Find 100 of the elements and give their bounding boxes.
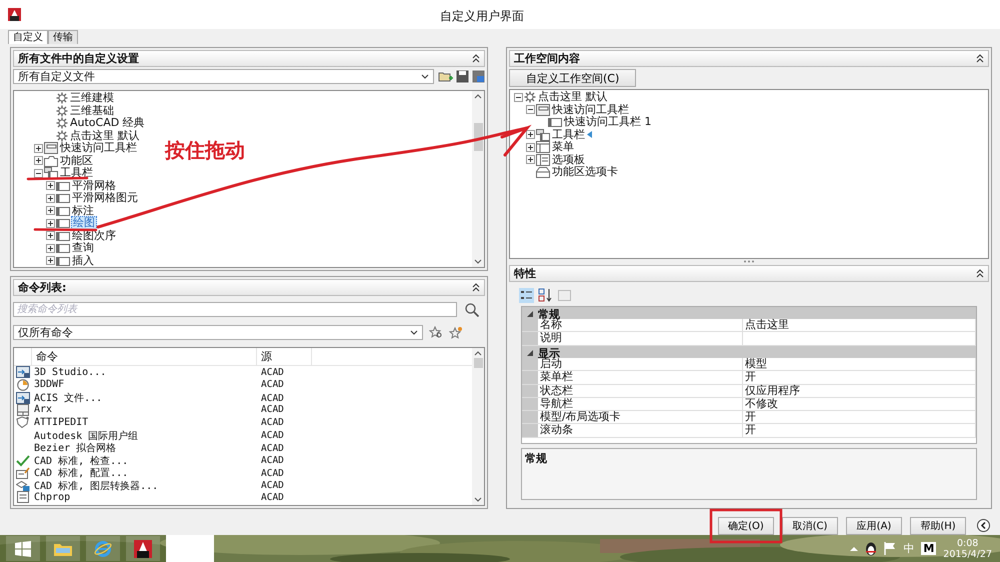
search-icon[interactable] [465, 302, 479, 316]
open-folder-icon[interactable] [438, 70, 453, 83]
expand-toggle[interactable] [46, 181, 55, 190]
expand-toggle[interactable] [46, 256, 55, 266]
window-thumbnail[interactable] [166, 535, 214, 562]
tree-item[interactable]: 三维基础 [69, 104, 115, 117]
tree-item[interactable]: 快速访问工具栏 [551, 104, 630, 116]
palette-icon [536, 154, 550, 166]
gear-icon [56, 130, 68, 142]
tree-item[interactable]: 三维建模 [69, 92, 115, 104]
command-name: CAD 标准, 检查... [33, 454, 130, 468]
tree-item[interactable]: 工具栏 [551, 128, 586, 141]
expand-toggle[interactable] [514, 92, 523, 102]
splitter-grip-icon[interactable] [743, 260, 755, 264]
expand-toggle[interactable] [46, 218, 55, 228]
expand-toggle[interactable] [34, 156, 43, 166]
collapse-arrow-icon[interactable] [527, 350, 533, 356]
expand-toggle[interactable] [46, 206, 55, 216]
property-name: 名称 [538, 319, 743, 332]
customize-workspace-button[interactable]: 自定义工作空间(C) [509, 69, 636, 87]
expand-toggle[interactable] [46, 194, 55, 203]
categorized-icon[interactable] [519, 288, 534, 303]
row-gutter [522, 424, 538, 437]
expand-toggle[interactable] [46, 231, 55, 240]
scrollbar[interactable] [472, 91, 484, 267]
file-dropdown[interactable]: 所有自定义文件 [13, 69, 434, 84]
source-cell-text: ACAD [260, 366, 285, 378]
tree-item[interactable]: 平滑网格 [71, 180, 117, 192]
property-value[interactable]: 开 [743, 371, 976, 384]
scroll-up-icon[interactable] [474, 351, 482, 356]
tree-item[interactable]: 快速访问工具栏 [59, 142, 138, 154]
search-field[interactable]: 搜索命令列表 [13, 302, 457, 317]
property-value[interactable]: 点击这里 [743, 319, 976, 332]
star-icon[interactable] [449, 326, 463, 339]
tree-item[interactable]: AutoCAD 经典 [69, 117, 146, 130]
collapse-icon[interactable] [976, 54, 984, 63]
tab[interactable]: 自定义 [8, 30, 48, 44]
tree-item[interactable]: 绘图 [71, 216, 97, 230]
property-value[interactable]: 开 [743, 411, 976, 424]
tree-item[interactable]: 功能区选项卡 [551, 166, 619, 178]
collapse-icon[interactable] [472, 54, 480, 63]
command-name: Bezier 拟合网格 [33, 442, 118, 455]
toolbar-icon [56, 204, 70, 217]
dialog-button[interactable]: 帮助(H) [910, 517, 966, 535]
expand-toggle[interactable] [46, 244, 55, 253]
app-icon[interactable] [134, 540, 152, 558]
penguin-icon[interactable] [865, 542, 878, 556]
sort-icon[interactable] [538, 288, 553, 303]
scroll-up-icon[interactable] [474, 94, 482, 99]
expand-toggle[interactable] [34, 144, 43, 153]
collapse-icon[interactable] [976, 268, 984, 278]
star-search-icon[interactable] [429, 326, 443, 339]
scroll-down-icon[interactable] [474, 497, 482, 502]
filter-dropdown[interactable]: 仅所有命令 [13, 325, 423, 340]
annotation-text: 按住拖动 [165, 137, 245, 164]
tree-item[interactable]: 标注 [71, 204, 95, 217]
column-header[interactable]: 源 [257, 348, 312, 365]
tray-indicator[interactable]: M [921, 542, 936, 555]
tree-item[interactable]: 菜单 [551, 141, 575, 154]
tree-item[interactable]: 功能区 [59, 154, 94, 167]
source-cell-text: ACAD [260, 480, 285, 491]
caret-up-icon[interactable] [850, 546, 858, 551]
tree-item[interactable]: 查询 [71, 242, 95, 254]
dialog-button[interactable]: 应用(A) [846, 517, 902, 535]
collapse-icon[interactable] [472, 283, 480, 292]
section-header[interactable]: 显示 [522, 346, 976, 358]
tree-item[interactable]: 平滑网格图元 [71, 192, 139, 204]
toolbar-icon [536, 128, 550, 141]
column-header[interactable]: 命令 [32, 348, 257, 365]
collapse-left-icon[interactable] [977, 519, 990, 532]
tab[interactable]: 传输 [48, 30, 78, 44]
expand-toggle[interactable] [526, 142, 535, 152]
command-name: CAD 标准, 图层转换器... [33, 480, 160, 492]
tree-item[interactable]: 点击这里 默认 [537, 91, 608, 104]
source-cell-text: ACAD [260, 416, 285, 428]
property-value[interactable]: 开 [743, 424, 976, 437]
tree-item[interactable]: 插入 [71, 254, 95, 267]
property-value[interactable]: 不修改 [743, 398, 976, 410]
save-icon[interactable] [456, 70, 469, 83]
section-header[interactable]: 常规 [522, 306, 976, 320]
flag-icon[interactable] [884, 542, 896, 555]
expand-toggle[interactable] [526, 155, 535, 164]
row-gutter [522, 398, 538, 410]
collapse-arrow-icon[interactable] [527, 311, 533, 318]
tree-item[interactable]: 工具栏 [59, 167, 94, 180]
tree-item[interactable]: 点击这里 默认 [69, 130, 140, 142]
expand-toggle[interactable] [526, 130, 535, 140]
scroll-thumb[interactable] [474, 358, 482, 368]
windows-logo-icon[interactable] [15, 540, 31, 556]
scrollbar[interactable] [472, 348, 484, 505]
dialog-button[interactable]: 取消(C) [782, 517, 838, 535]
expand-toggle[interactable] [526, 105, 535, 114]
tree-item[interactable]: 快速访问工具栏 1 [563, 116, 652, 128]
property-value[interactable]: 模型 [743, 358, 976, 370]
dialog-button[interactable]: 确定(O) [718, 517, 774, 535]
expand-toggle[interactable] [34, 168, 43, 178]
scroll-down-icon[interactable] [474, 259, 482, 264]
tree-item[interactable]: 选项板 [551, 154, 586, 166]
property-value[interactable]: 仅应用程序 [743, 384, 976, 397]
save-all-icon[interactable] [472, 70, 485, 83]
